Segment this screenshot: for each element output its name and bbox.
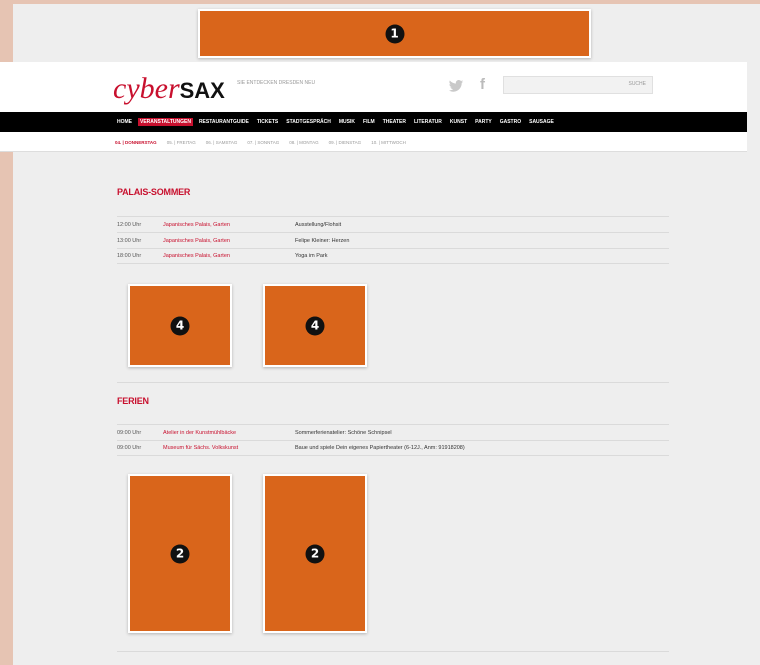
day-nav-items: 04. | Donnerstag 05. | Freitag 06. | Samst… bbox=[115, 132, 406, 152]
event-place-link[interactable]: Japanisches Palais, Garten bbox=[163, 253, 295, 259]
ad-marker-badge: 4 bbox=[305, 316, 325, 335]
top-banner-ad[interactable]: 1 bbox=[198, 9, 591, 58]
day-tab-6[interactable]: 10. | Mittwoch bbox=[371, 140, 406, 145]
event-title[interactable]: Sommerferienatelier: Schöne Schnipsel bbox=[295, 430, 392, 436]
event-title[interactable]: Yoga im Park bbox=[295, 253, 328, 259]
day-tab-0[interactable]: 04. | Donnerstag bbox=[115, 140, 157, 145]
tall-ad-right[interactable]: 2 bbox=[263, 474, 367, 633]
event-row[interactable]: 18:00 Uhr Japanisches Palais, Garten Yoga … bbox=[117, 248, 669, 264]
event-time: 09:00 Uhr bbox=[117, 429, 142, 436]
square-ad-left[interactable]: 4 bbox=[128, 284, 232, 367]
event-row[interactable]: 13:00 Uhr Japanisches Palais, Garten Felip… bbox=[117, 232, 669, 248]
event-time: 12:00 Uhr bbox=[117, 221, 142, 228]
section-title-ferien: Ferien bbox=[117, 396, 149, 406]
nav-item-home[interactable]: Home bbox=[115, 118, 134, 126]
main-nav-items: Home Veranstaltungen Restaurantguide Ticket… bbox=[115, 112, 556, 132]
day-tab-5[interactable]: 09. | Dienstag bbox=[329, 140, 362, 145]
event-row[interactable]: 12:00 Uhr Japanisches Palais, Garten Ausst… bbox=[117, 216, 669, 232]
twitter-icon[interactable] bbox=[448, 80, 464, 92]
event-row[interactable]: 09:00 Uhr Museum für Sächs. Volkskunst Bau… bbox=[117, 440, 669, 456]
ad-marker-badge: 2 bbox=[305, 544, 325, 563]
ad-marker-badge: 1 bbox=[385, 24, 404, 43]
nav-item-musik[interactable]: Musik bbox=[337, 118, 357, 126]
nav-item-veranstaltungen[interactable]: Veranstaltungen bbox=[138, 118, 193, 126]
nav-item-literatur[interactable]: Literatur bbox=[412, 118, 444, 126]
event-place-link[interactable]: Japanisches Palais, Garten bbox=[163, 238, 295, 244]
search-input[interactable]: Suche bbox=[503, 76, 653, 94]
logo-bold-text: SAX bbox=[179, 78, 225, 103]
event-title[interactable]: Baue und spiele Dein eigenes Papiertheat… bbox=[295, 445, 465, 451]
day-nav: 04. | Donnerstag 05. | Freitag 06. | Samst… bbox=[0, 132, 747, 152]
nav-item-theater[interactable]: Theater bbox=[381, 118, 408, 126]
ad-marker-badge: 4 bbox=[170, 316, 190, 335]
event-title[interactable]: Felipe Kleiner: Herzen bbox=[295, 238, 349, 244]
main-nav: Home Veranstaltungen Restaurantguide Ticket… bbox=[0, 112, 747, 132]
nav-item-gastro[interactable]: Gastro bbox=[498, 118, 523, 126]
footer-divider bbox=[117, 651, 669, 652]
event-time: 18:00 Uhr bbox=[117, 253, 142, 259]
nav-item-kunst[interactable]: Kunst bbox=[448, 118, 469, 126]
event-place-link[interactable]: Museum für Sächs. Volkskunst bbox=[163, 445, 295, 451]
day-tab-4[interactable]: 08. | Montag bbox=[289, 140, 318, 145]
event-time: 13:00 Uhr bbox=[117, 237, 142, 244]
site-tagline: Sie entdecken Dresden neu bbox=[237, 80, 316, 86]
nav-item-stadtgespr-ch[interactable]: Stadtgespräch bbox=[284, 118, 333, 126]
event-title[interactable]: Ausstellung/Flohsit bbox=[295, 222, 341, 228]
event-time: 09:00 Uhr bbox=[117, 445, 142, 451]
search-button[interactable]: Suche bbox=[628, 81, 646, 87]
square-ad-right[interactable]: 4 bbox=[263, 284, 367, 367]
nav-item-party[interactable]: Party bbox=[473, 118, 494, 126]
day-tab-2[interactable]: 06. | Samstag bbox=[206, 140, 238, 145]
facebook-icon[interactable]: f bbox=[480, 76, 485, 93]
site-logo[interactable]: cyberSAX bbox=[113, 74, 225, 106]
section-divider bbox=[117, 382, 669, 383]
event-place-link[interactable]: Atelier in der Kunstmühlbäcke bbox=[163, 430, 295, 436]
event-list-palais-sommer: 12:00 Uhr Japanisches Palais, Garten Ausst… bbox=[117, 216, 669, 264]
nav-item-film[interactable]: Film bbox=[361, 118, 377, 126]
tall-ad-left[interactable]: 2 bbox=[128, 474, 232, 633]
event-list-ferien: 09:00 Uhr Atelier in der Kunstmühlbäcke So… bbox=[117, 424, 669, 456]
day-tab-3[interactable]: 07. | Sonntag bbox=[247, 140, 279, 145]
event-place-link[interactable]: Japanisches Palais, Garten bbox=[163, 222, 295, 228]
day-tab-1[interactable]: 05. | Freitag bbox=[167, 140, 196, 145]
section-title-palais-sommer: Palais-Sommer bbox=[117, 187, 191, 197]
nav-item-restaurantguide[interactable]: Restaurantguide bbox=[197, 118, 251, 126]
nav-item-tickets[interactable]: Tickets bbox=[255, 118, 280, 126]
event-row[interactable]: 09:00 Uhr Atelier in der Kunstmühlbäcke So… bbox=[117, 424, 669, 440]
ad-marker-badge: 2 bbox=[170, 544, 190, 563]
nav-item-sausage[interactable]: Sausage bbox=[527, 118, 556, 126]
logo-light-text: cyber bbox=[113, 72, 180, 105]
